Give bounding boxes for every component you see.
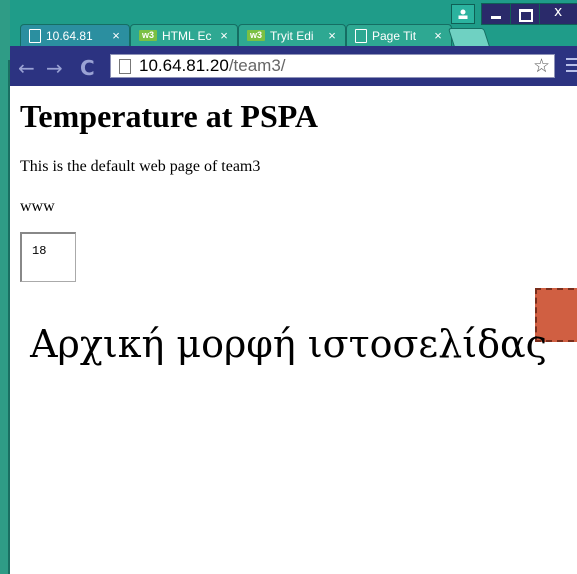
tab-tryit-editor[interactable]: w3 Tryit Edi ×	[238, 24, 346, 46]
w3schools-icon: w3	[139, 30, 157, 41]
caption-text: Αρχική μορφή ιστοσελίδας	[30, 322, 547, 366]
tab-close-icon[interactable]: ×	[217, 28, 231, 43]
page-icon	[119, 58, 131, 74]
maximize-button[interactable]	[510, 3, 540, 25]
user-profile-button[interactable]	[451, 4, 475, 24]
w3schools-icon: w3	[247, 30, 265, 41]
close-icon: x	[554, 4, 563, 20]
temperature-value-box: 18	[20, 232, 76, 282]
tab-close-icon[interactable]: ×	[431, 28, 445, 43]
tab-html-editor[interactable]: w3 HTML Ec ×	[130, 24, 238, 46]
url-host: 10.64.81.20	[139, 56, 229, 75]
page-icon	[29, 28, 41, 43]
address-bar[interactable]: 10.64.81.20 /team3/ ☆	[110, 54, 555, 78]
tab-title: Tryit Edi	[270, 28, 314, 43]
reload-button[interactable]: C	[80, 56, 95, 80]
tab-title: HTML Ec	[162, 28, 212, 43]
url-path: /team3/	[228, 56, 286, 75]
www-text: www	[20, 198, 55, 215]
tab-page-title[interactable]: Page Tit ×	[346, 24, 452, 46]
tab-title: 10.64.81	[46, 28, 93, 43]
menu-icon[interactable]	[566, 58, 577, 74]
window-left-edge	[0, 0, 10, 574]
tab-team3[interactable]: 10.64.81 ×	[20, 24, 130, 46]
page-heading: Temperature at PSPA	[20, 98, 319, 134]
bookmark-star-icon[interactable]: ☆	[533, 55, 550, 77]
page-icon	[355, 28, 367, 43]
tab-strip: 10.64.81 × w3 HTML Ec × w3 Tryit Edi × P…	[10, 24, 577, 47]
close-window-button[interactable]: x	[539, 3, 577, 25]
browser-toolbar: ← → C 10.64.81.20 /team3/ ☆	[10, 46, 577, 86]
tab-title: Page Tit	[372, 28, 417, 43]
forward-button[interactable]: →	[46, 56, 63, 80]
tab-close-icon[interactable]: ×	[109, 28, 123, 43]
minimize-button[interactable]	[481, 3, 511, 25]
user-icon	[458, 9, 468, 19]
page-description: This is the default web page of team3	[20, 158, 261, 175]
new-tab-button[interactable]	[447, 28, 491, 47]
tab-close-icon[interactable]: ×	[325, 28, 339, 43]
back-button[interactable]: ←	[18, 56, 35, 80]
